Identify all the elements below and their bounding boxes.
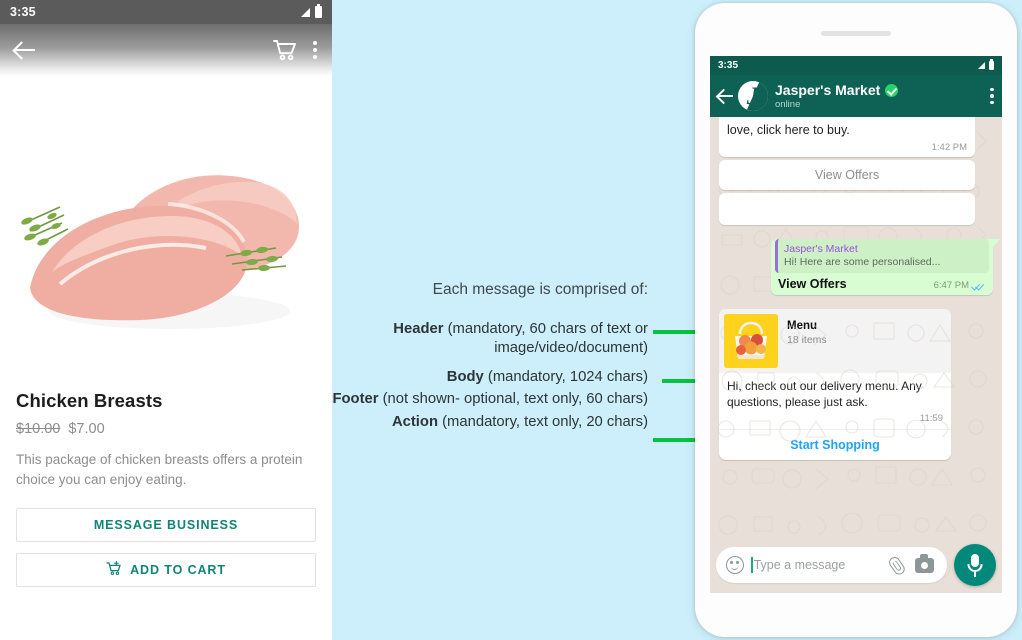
- phone-speaker-slot: [821, 31, 891, 36]
- incoming-message-bubble[interactable]: love, click here to buy. 1:42 PM: [719, 117, 975, 157]
- annotation-row-body: Body (mandatory, 1024 chars): [318, 368, 648, 387]
- incoming-message-time: 1:42 PM: [931, 142, 967, 153]
- start-shopping-button[interactable]: Start Shopping: [719, 428, 951, 460]
- outgoing-action-row: View Offers 6:47 PM: [771, 273, 993, 295]
- outgoing-action-label: View Offers: [778, 277, 847, 291]
- more-vertical-icon[interactable]: [312, 38, 318, 62]
- menu-card-body-text: Hi, check out our delivery menu. Any que…: [727, 379, 922, 409]
- paperclip-icon[interactable]: [884, 553, 908, 577]
- shopping-cart-icon[interactable]: [272, 38, 298, 62]
- contact-name: Jasper's Market: [775, 82, 881, 98]
- phone-screen: 3:35 J Jasper's Market online love, clic…: [710, 56, 1002, 593]
- add-to-cart-label: ADD TO CART: [130, 562, 226, 577]
- annotation-term-body: Body: [446, 368, 484, 385]
- avatar[interactable]: J: [738, 81, 768, 111]
- back-arrow-icon[interactable]: [718, 88, 734, 104]
- annotation-detail-header: (mandatory, 60 chars of text or image/vi…: [447, 321, 648, 356]
- outgoing-quoted-message: Jasper's Market Hi! Here are some person…: [775, 239, 989, 273]
- quoted-sender-name: Jasper's Market: [784, 243, 858, 255]
- whatsapp-chat-header: J Jasper's Market online: [710, 75, 1002, 117]
- battery-icon: [315, 4, 322, 18]
- annotation-term-action: Action: [391, 414, 438, 431]
- menu-card-time: 11:59: [919, 412, 943, 424]
- annotation-term-header: Header: [393, 321, 444, 337]
- emoji-icon[interactable]: [726, 556, 744, 574]
- message-business-label: MESSAGE BUSINESS: [93, 517, 239, 532]
- chat-message-list[interactable]: love, click here to buy. 1:42 PM View Of…: [710, 117, 1002, 593]
- message-composer: Type a message: [710, 537, 1002, 593]
- annotation-detail-body: (mandatory, 1024 chars): [487, 368, 648, 385]
- annotation-row-footer: Footer (not shown- optional, text only, …: [318, 390, 648, 409]
- mic-arc: [967, 564, 983, 572]
- annotation-heading: Each message is comprised of:: [432, 281, 648, 298]
- status-bar-time: 3:35: [10, 5, 36, 19]
- menu-card-title: Menu: [787, 320, 818, 332]
- menu-card-message[interactable]: Menu 18 items Hi, check out our delivery…: [719, 309, 951, 460]
- annotation-list: Header (mandatory, 60 chars of text or i…: [318, 320, 648, 434]
- mic-stem: [974, 572, 976, 577]
- start-shopping-label: Start Shopping: [790, 437, 880, 452]
- menu-card-meta: Menu 18 items: [778, 314, 827, 368]
- chicken-breasts-photo: [0, 76, 332, 376]
- product-title: Chicken Breasts: [16, 390, 163, 411]
- battery-icon: [989, 59, 994, 70]
- annotation-area: Each message is comprised of: Header (ma…: [332, 0, 718, 640]
- incoming-message-text: love, click here to buy.: [727, 123, 850, 137]
- incoming-empty-bubble[interactable]: [719, 193, 975, 225]
- back-arrow-icon[interactable]: [14, 39, 36, 61]
- menu-card-header: Menu 18 items: [719, 309, 951, 373]
- product-description: This package of chicken breasts offers a…: [16, 452, 303, 487]
- signal-triangle-icon: [978, 62, 985, 69]
- annotation-row-action: Action (mandatory, text only, 20 chars): [318, 413, 648, 432]
- double-check-icon: [972, 281, 986, 291]
- annotation-row-header: Header (mandatory, 60 chars of text or i…: [318, 320, 648, 358]
- outgoing-message-time: 6:47 PM: [933, 280, 969, 291]
- contact-name-row: Jasper's Market: [775, 82, 984, 98]
- menu-card-subtitle: 18 items: [787, 334, 827, 346]
- camera-icon[interactable]: [915, 554, 934, 573]
- chat-contact-info[interactable]: Jasper's Market online: [775, 82, 984, 110]
- incoming-view-offers-button[interactable]: View Offers: [719, 160, 975, 190]
- whatsapp-status-bar: 3:35: [710, 56, 1002, 75]
- message-input-pill[interactable]: Type a message: [716, 547, 947, 583]
- message-input-placeholder[interactable]: Type a message: [754, 558, 887, 572]
- incoming-view-offers-label: View Offers: [814, 168, 880, 182]
- signal-triangle-icon: [301, 7, 310, 17]
- quoted-message-preview: Hi! Here are some personalised...: [784, 256, 941, 268]
- product-price-original: $10.00: [16, 421, 61, 437]
- status-bar-icons: [301, 4, 322, 18]
- verified-badge-icon: [885, 83, 899, 97]
- whatsapp-phone-mockup: 3:35 J Jasper's Market online love, clic…: [695, 3, 1017, 637]
- annotation-detail-action: (mandatory, text only, 20 chars): [442, 414, 648, 431]
- product-actions: MESSAGE BUSINESS ADD TO CART: [16, 507, 316, 587]
- product-page-panel: 3:35 Chicken Breasts $10.00 $7.00 This p…: [0, 0, 332, 640]
- annotation-term-footer: Footer: [332, 391, 379, 408]
- more-vertical-icon[interactable]: [990, 87, 994, 105]
- message-business-button[interactable]: MESSAGE BUSINESS: [16, 507, 316, 542]
- add-to-cart-icon: [106, 560, 122, 579]
- add-to-cart-button[interactable]: ADD TO CART: [16, 552, 316, 587]
- avatar-initial: J: [746, 82, 760, 110]
- product-price-current: $7.00: [68, 421, 105, 437]
- fruit-basket-thumbnail: [724, 314, 778, 368]
- left-status-bar: 3:35: [0, 0, 332, 24]
- whatsapp-status-time: 3:35: [718, 60, 739, 71]
- contact-status: online: [775, 99, 801, 110]
- product-prices: $10.00 $7.00: [16, 421, 316, 437]
- annotation-detail-footer: (not shown- optional, text only, 60 char…: [382, 391, 648, 408]
- product-app-bar: [0, 24, 332, 76]
- text-caret: [751, 557, 753, 573]
- outgoing-message-bubble[interactable]: Jasper's Market Hi! Here are some person…: [771, 239, 1000, 295]
- microphone-icon[interactable]: [954, 544, 996, 586]
